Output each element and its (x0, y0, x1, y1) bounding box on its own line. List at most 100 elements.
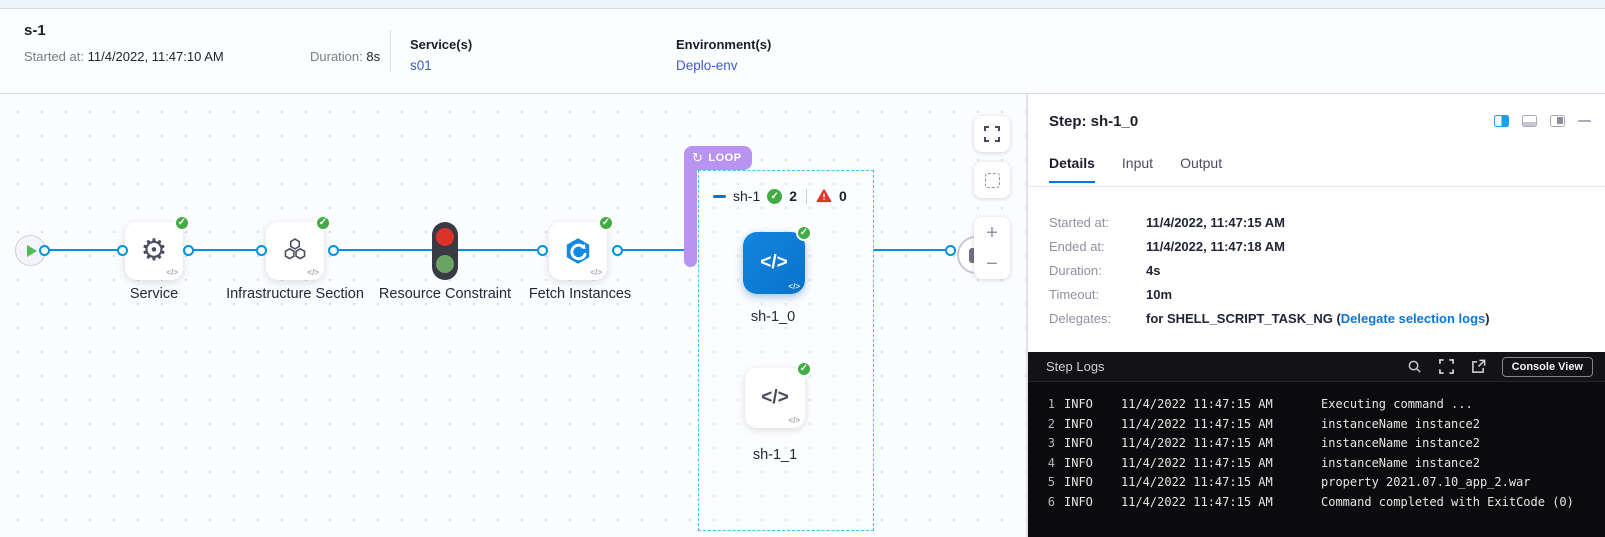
duration-label: Duration: (310, 49, 363, 64)
node-label: Infrastructure Section (225, 285, 365, 305)
canvas-marquee-select-button[interactable] (974, 162, 1010, 198)
search-icon (1407, 359, 1422, 374)
success-count-icon: ✓ (767, 189, 782, 204)
node-label: sh-1_1 (715, 446, 835, 466)
count-divider (806, 189, 807, 204)
log-level: INFO (1064, 415, 1099, 435)
tab-output[interactable]: Output (1180, 155, 1222, 183)
layout-right-drawer-icon[interactable] (1550, 115, 1565, 127)
fullscreen-icon (984, 126, 1000, 142)
environments-column: Environment(s) Deplo-env (676, 37, 771, 73)
node-resource-constraint[interactable] (432, 222, 458, 280)
main-area: ⚙ ✓ </> Service ✓ </> Infrastructure Sec… (0, 94, 1605, 537)
pipeline-name: s-1 (24, 22, 46, 39)
failure-warning-icon (816, 188, 832, 204)
log-timestamp: 11/4/2022 11:47:15 AM (1121, 395, 1272, 415)
zoom-out-button[interactable]: − (974, 248, 1010, 279)
services-label: Service(s) (410, 37, 472, 52)
flow-line (458, 249, 542, 252)
log-line: 3 INFO 11/4/2022 11:47:15 AM instanceNam… (1028, 434, 1605, 454)
connector-dot (39, 245, 50, 256)
step-logs-console: Step Logs (1028, 352, 1605, 537)
connector-dot (117, 245, 128, 256)
connector-dot (537, 245, 548, 256)
flow-line (188, 249, 261, 252)
flow-line (333, 249, 432, 252)
log-fullscreen-button[interactable] (1439, 359, 1454, 374)
log-message: property 2021.07.10_app_2.war (1321, 473, 1531, 493)
layout-split-right-icon[interactable] (1494, 115, 1509, 127)
tab-details[interactable]: Details (1049, 155, 1095, 183)
step-details-panel: Step: sh-1_0 Details Input Output Starte… (1027, 94, 1605, 537)
node-fetch-instances[interactable]: ✓ </> (549, 222, 607, 280)
started-at-row: Started at: 11/4/2022, 11:47:10 AM (24, 49, 224, 64)
canvas-zoom-controls: + − (974, 217, 1010, 279)
hexagon-cluster-icon (280, 236, 310, 266)
step-details-list: Started at: 11/4/2022, 11:47:15 AM Ended… (1049, 210, 1490, 330)
code-template-icon: </> (788, 416, 800, 425)
log-line: 6 INFO 11/4/2022 11:47:15 AM Command com… (1028, 493, 1605, 513)
detail-row: Timeout: 10m (1049, 282, 1490, 306)
detail-value: 11/4/2022, 11:47:15 AM (1146, 215, 1285, 230)
minimize-panel-icon[interactable] (1578, 120, 1591, 122)
code-template-icon: </> (788, 282, 800, 291)
log-line: 5 INFO 11/4/2022 11:47:15 AM property 20… (1028, 473, 1605, 493)
log-level: INFO (1064, 395, 1099, 415)
node-sh-1-0[interactable]: </> ✓ </> (743, 232, 805, 294)
execution-page: s-1 Started at: 11/4/2022, 11:47:10 AM D… (0, 0, 1605, 537)
log-line-number: 1 (1042, 395, 1055, 415)
log-message: instanceName instance2 (1321, 415, 1480, 435)
log-message: instanceName instance2 (1321, 454, 1480, 474)
loop-badge[interactable]: ↻ LOOP (684, 146, 752, 170)
tab-input[interactable]: Input (1122, 155, 1153, 183)
console-view-button[interactable]: Console View (1502, 357, 1593, 377)
node-label: sh-1_0 (713, 308, 833, 328)
log-message: Executing command ... (1321, 395, 1473, 415)
log-open-new-tab-button[interactable] (1471, 359, 1486, 374)
log-timestamp: 11/4/2022 11:47:15 AM (1121, 493, 1272, 513)
success-badge-icon: ✓ (174, 215, 190, 231)
success-badge-icon: ✓ (796, 225, 812, 241)
node-sh-1-1[interactable]: </> ✓ </> (745, 368, 805, 428)
canvas-fullscreen-button[interactable] (974, 116, 1010, 152)
gear-icon: ⚙ (141, 236, 168, 266)
log-line: 4 INFO 11/4/2022 11:47:15 AM instanceNam… (1028, 454, 1605, 474)
environment-link[interactable]: Deplo-env (676, 58, 771, 73)
step-logs-title: Step Logs (1046, 359, 1390, 374)
collapse-group-button[interactable] (713, 195, 726, 198)
log-timestamp: 11/4/2022 11:47:15 AM (1121, 473, 1272, 493)
delegates-prefix: for SHELL_SCRIPT_TASK_NG ( (1146, 311, 1341, 326)
log-level: INFO (1064, 493, 1099, 513)
detail-row-delegates: Delegates: for SHELL_SCRIPT_TASK_NG (Del… (1049, 306, 1490, 330)
log-line-number: 4 (1042, 454, 1055, 474)
expand-icon (1439, 359, 1454, 374)
delegate-selection-logs-link[interactable]: Delegate selection logs (1341, 311, 1486, 326)
connector-dot (328, 245, 339, 256)
node-service[interactable]: ⚙ ✓ </> (125, 222, 183, 280)
zoom-in-button[interactable]: + (974, 217, 1010, 248)
layout-bottom-icon[interactable] (1522, 115, 1537, 127)
service-link[interactable]: s01 (410, 58, 472, 73)
success-badge-icon: ✓ (315, 215, 331, 231)
failure-count: 0 (839, 188, 847, 204)
log-search-button[interactable] (1407, 359, 1422, 374)
detail-value: 10m (1146, 287, 1172, 302)
node-infrastructure[interactable]: ✓ </> (266, 222, 324, 280)
node-label: Fetch Instances (520, 285, 640, 305)
success-badge-icon: ✓ (796, 361, 812, 377)
shell-script-icon: </> (760, 252, 787, 274)
panel-layout-controls (1494, 115, 1591, 127)
flow-line (873, 249, 948, 252)
connector-dot (256, 245, 267, 256)
code-template-icon: </> (307, 268, 319, 277)
services-column: Service(s) s01 (410, 37, 472, 73)
pipeline-canvas[interactable]: ⚙ ✓ </> Service ✓ </> Infrastructure Sec… (0, 94, 1027, 537)
panel-title: Step: sh-1_0 (1049, 113, 1138, 130)
detail-row: Ended at: 11/4/2022, 11:47:18 AM (1049, 234, 1490, 258)
success-badge-icon: ✓ (598, 215, 614, 231)
loop-group-header: sh-1 ✓ 2 0 (713, 188, 847, 204)
log-line-number: 5 (1042, 473, 1055, 493)
flow-line (42, 249, 122, 252)
detail-label: Ended at: (1049, 239, 1146, 254)
started-at-value: 11/4/2022, 11:47:10 AM (88, 49, 224, 64)
